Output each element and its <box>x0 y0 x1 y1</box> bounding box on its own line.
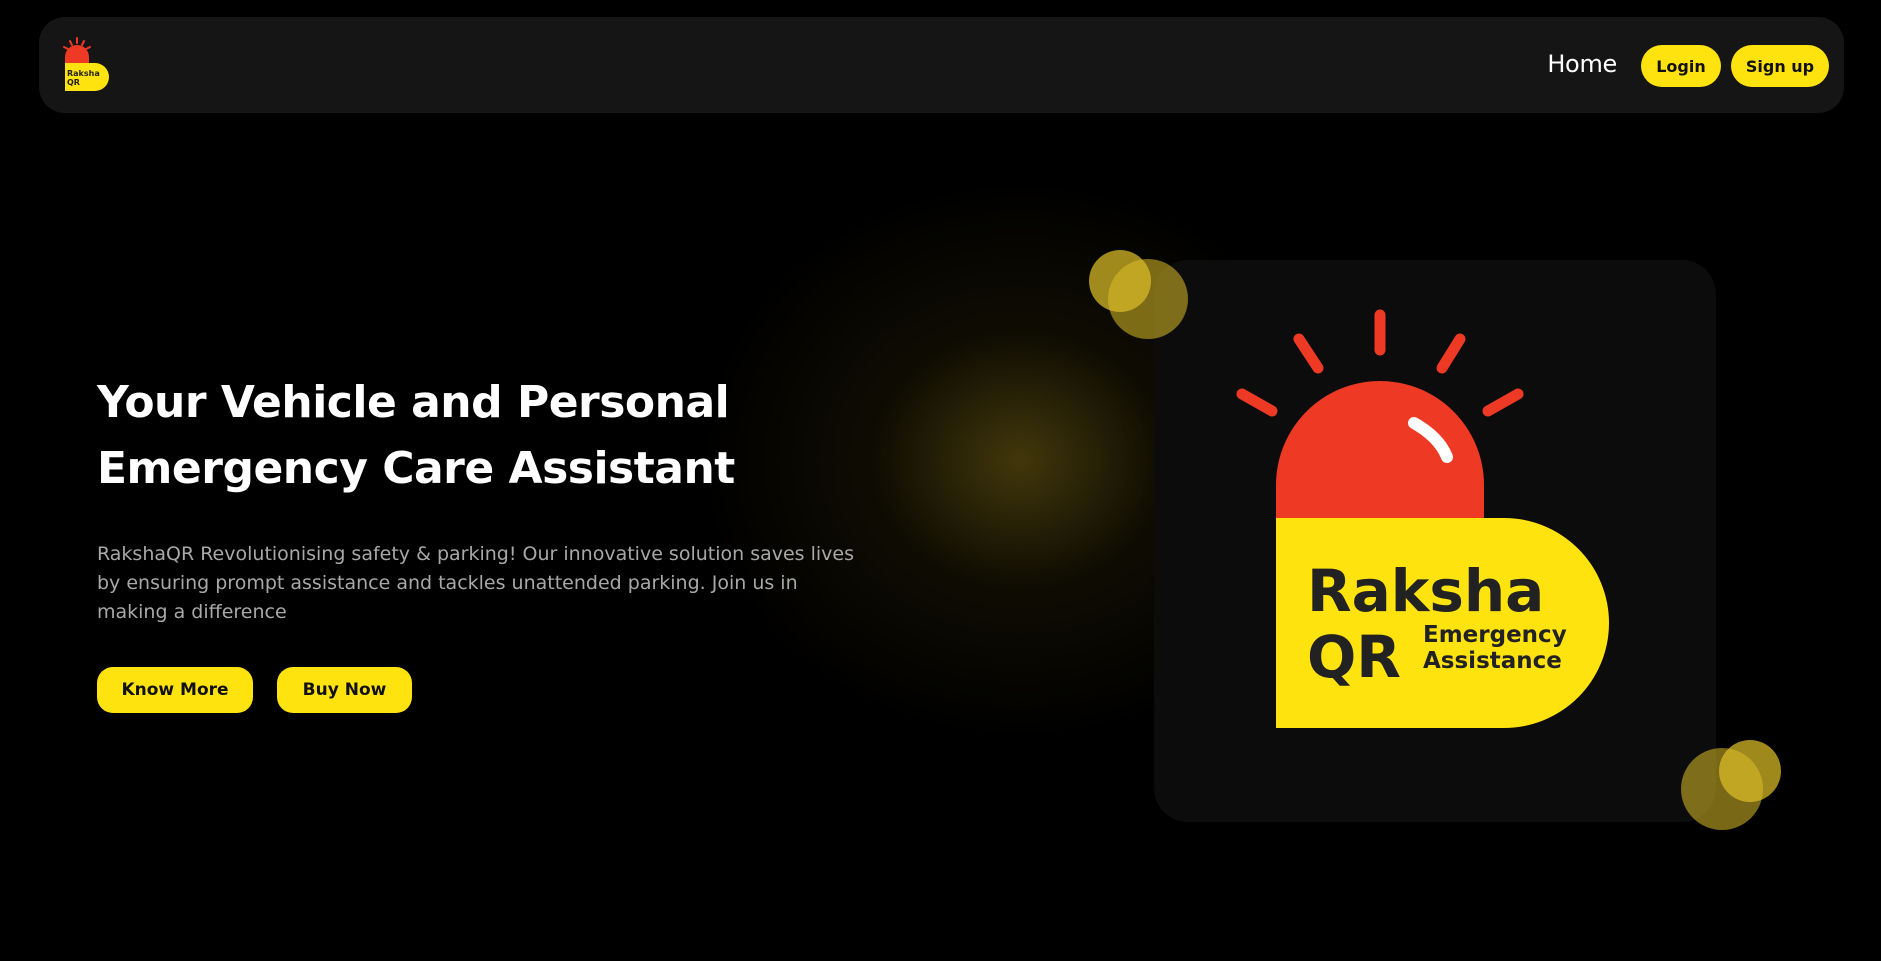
buy-now-button[interactable]: Buy Now <box>277 667 412 713</box>
logo-brand-raksha: Raksha <box>1307 557 1544 625</box>
raksha-qr-logo[interactable]: Raksha QR <box>61 35 109 91</box>
logo-tagline-emergency: Emergency <box>1423 622 1567 648</box>
login-button[interactable]: Login <box>1641 45 1721 87</box>
raksha-qr-emergency-logo: Raksha QR Emergency Assistance <box>1236 309 1609 728</box>
nav-home-link[interactable]: Home <box>1547 48 1617 80</box>
logo-tagline-assistance: Assistance <box>1423 648 1562 674</box>
svg-text:QR: QR <box>67 78 80 87</box>
hero-title-line1: Your Vehicle and Personal <box>97 377 730 428</box>
navbar: Raksha QR Home Login Sign up <box>39 17 1844 113</box>
logo-brand-qr: QR <box>1307 623 1401 691</box>
hero-title-line2: Emergency Care Assistant <box>97 443 735 494</box>
know-more-button[interactable]: Know More <box>97 667 253 713</box>
svg-text:Raksha: Raksha <box>67 69 100 78</box>
hero-description: RakshaQR Revolutionising safety & parkin… <box>97 543 855 623</box>
signup-button[interactable]: Sign up <box>1731 45 1829 87</box>
hero-title: Your Vehicle and Personal Emergency Care… <box>97 370 797 502</box>
